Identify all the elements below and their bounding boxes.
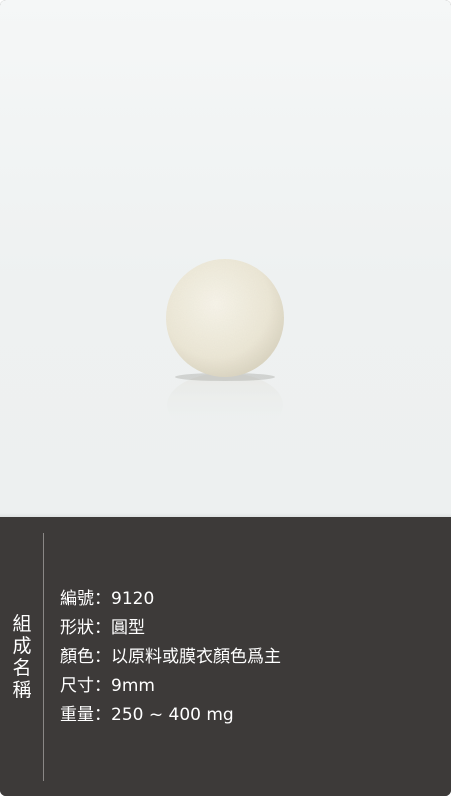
spec-label: 顏色 bbox=[60, 647, 94, 667]
section-title-char: 組 bbox=[12, 613, 32, 635]
spec-separator: ： bbox=[94, 705, 111, 725]
spec-list: 編號：9120 形狀：圓型 顏色：以原料或膜衣顏色爲主 尺寸：9mm 重量：25… bbox=[60, 585, 281, 730]
spec-label: 編號 bbox=[60, 589, 94, 609]
spec-row-shape: 形狀：圓型 bbox=[60, 614, 281, 643]
spec-separator: ： bbox=[94, 618, 111, 638]
section-title-char: 名 bbox=[12, 657, 32, 679]
spec-label: 重量 bbox=[60, 705, 94, 725]
spec-label: 形狀 bbox=[60, 618, 94, 638]
spec-value: 以原料或膜衣顏色爲主 bbox=[111, 647, 281, 667]
tablet-body bbox=[166, 259, 284, 377]
spec-value: 250 ~ 400 mg bbox=[111, 705, 234, 725]
section-title-char: 成 bbox=[12, 635, 32, 657]
vertical-divider bbox=[43, 533, 44, 781]
spec-value: 9120 bbox=[111, 589, 155, 609]
section-title-char: 稱 bbox=[12, 679, 32, 701]
spec-row-size: 尺寸：9mm bbox=[60, 672, 281, 701]
spec-value: 圓型 bbox=[111, 618, 145, 638]
spec-label: 尺寸 bbox=[60, 676, 94, 696]
spec-value: 9mm bbox=[111, 676, 155, 696]
product-card: 組 成 名 稱 編號：9120 形狀：圓型 顏色：以原料或膜衣顏色爲主 尺寸：9… bbox=[0, 0, 451, 796]
spec-separator: ： bbox=[94, 676, 111, 696]
spec-row-color: 顏色：以原料或膜衣顏色爲主 bbox=[60, 643, 281, 672]
product-photo bbox=[0, 0, 451, 517]
spec-separator: ： bbox=[94, 589, 111, 609]
spec-row-number: 編號：9120 bbox=[60, 585, 281, 614]
spec-row-weight: 重量：250 ~ 400 mg bbox=[60, 701, 281, 730]
spec-separator: ： bbox=[94, 647, 111, 667]
section-title-composition: 組 成 名 稱 bbox=[10, 613, 34, 701]
tablet-image bbox=[166, 259, 284, 437]
tablet-reflection bbox=[167, 373, 283, 437]
